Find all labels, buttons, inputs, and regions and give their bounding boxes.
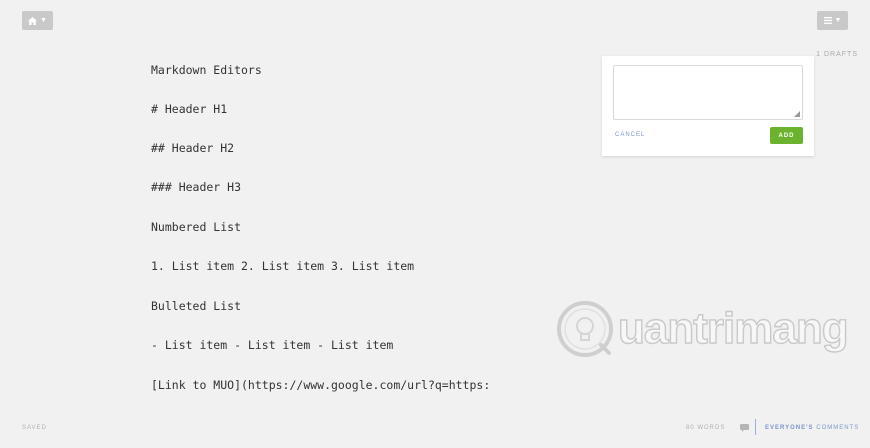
- bulb-logo-icon: [557, 301, 613, 357]
- menu-button[interactable]: ▼: [817, 11, 848, 30]
- home-menu-button[interactable]: ▼: [22, 11, 53, 30]
- comment-icon[interactable]: [740, 424, 749, 432]
- everyones-comments-link[interactable]: EVERYONE'S COMMENTS: [765, 425, 859, 431]
- editor-line: Bulleted List: [151, 299, 242, 313]
- editor-line: - List item - List item - List item: [151, 338, 394, 352]
- chevron-down-icon: ▼: [834, 17, 842, 24]
- resize-grip-icon[interactable]: [794, 111, 800, 117]
- watermark-text: uantrimang: [617, 303, 849, 353]
- editor-line: ## Header H2: [151, 141, 235, 155]
- editor-line: Numbered List: [151, 220, 242, 234]
- cancel-button[interactable]: CANCEL: [615, 132, 645, 138]
- add-button[interactable]: ADD: [770, 127, 803, 144]
- markdown-editor[interactable]: Markdown Editors # Header H1 ## Header H…: [151, 56, 591, 411]
- word-count[interactable]: 80 WORDS: [686, 425, 725, 431]
- chevron-down-icon: ▼: [40, 17, 47, 24]
- editor-line: Markdown Editors: [151, 63, 262, 77]
- list-icon: [823, 17, 832, 24]
- editor-line: # Header H1: [151, 102, 228, 116]
- watermark: uantrimang: [556, 300, 849, 364]
- footer-divider: [755, 419, 756, 435]
- comment-textarea[interactable]: [613, 65, 803, 120]
- comment-popover: CANCEL ADD: [602, 56, 814, 156]
- editor-line: ### Header H3: [151, 180, 242, 194]
- comments-link-prefix: EVERYONE'S: [765, 425, 814, 431]
- save-status: SAVED: [22, 425, 47, 431]
- comments-link-suffix: COMMENTS: [813, 425, 860, 431]
- drafts-count[interactable]: 1 DRAFTS: [816, 51, 858, 58]
- editor-line: 1. List item 2. List item 3. List item: [151, 259, 415, 273]
- editor-line: [Link to MUO](https://www.google.com/url…: [151, 378, 491, 392]
- home-icon: [28, 16, 38, 25]
